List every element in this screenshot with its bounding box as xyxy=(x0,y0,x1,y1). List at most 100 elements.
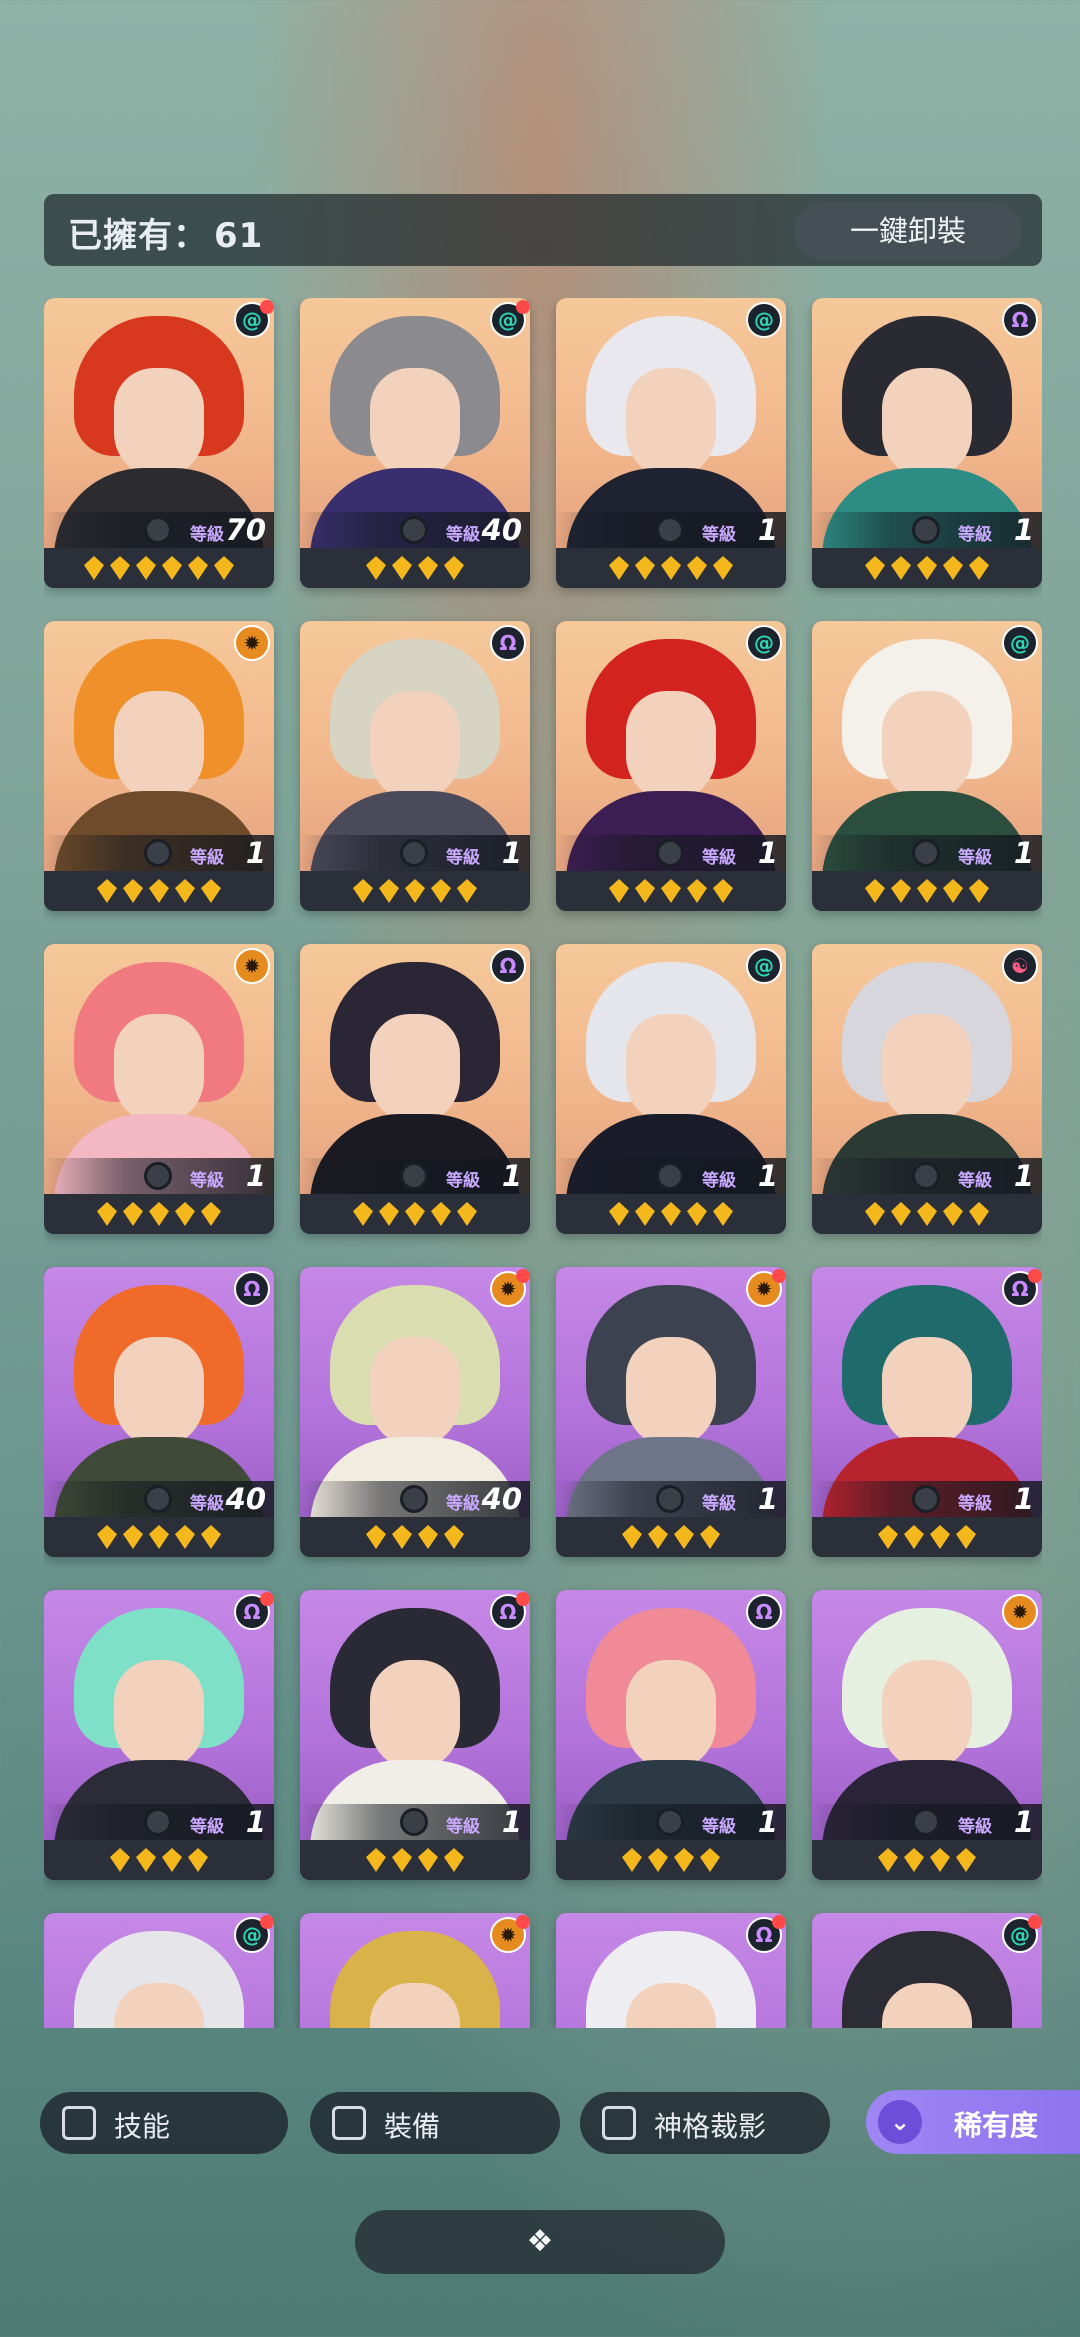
hero-card[interactable]: @ 等級 1 xyxy=(556,944,786,1234)
hero-card[interactable]: Ω 等級 40 xyxy=(44,1267,274,1557)
level-progress-icon xyxy=(144,1162,172,1190)
hero-card[interactable]: @ 等級 70 xyxy=(44,298,274,588)
hero-card[interactable]: @ 等級 40 xyxy=(300,298,530,588)
hero-face xyxy=(626,691,716,801)
level-progress-icon xyxy=(400,1162,428,1190)
hero-face xyxy=(370,691,460,801)
notification-dot xyxy=(516,300,530,314)
star-icon xyxy=(188,1848,208,1872)
hero-portrait xyxy=(44,621,274,871)
notification-dot xyxy=(1028,1269,1042,1283)
star-icon xyxy=(431,879,451,903)
hero-card[interactable]: Ω 等級 1 xyxy=(44,1590,274,1880)
star-icon xyxy=(405,879,425,903)
hero-card[interactable]: Ω xyxy=(556,1913,786,2028)
star-icon xyxy=(201,1202,221,1226)
hero-face xyxy=(114,1660,204,1770)
star-icon xyxy=(878,1525,898,1549)
notification-dot xyxy=(260,1915,274,1929)
star-icon xyxy=(188,556,208,580)
owned-header-bar: 已擁有： 61 一鍵卸裝 xyxy=(44,194,1042,266)
level-number: 70 xyxy=(225,513,266,547)
star-icon xyxy=(97,1202,117,1226)
hero-card[interactable]: Ω 等級 1 xyxy=(300,1590,530,1880)
star-icon xyxy=(136,556,156,580)
hero-card[interactable]: @ 等級 1 xyxy=(556,621,786,911)
star-icon xyxy=(635,1202,655,1226)
hero-face xyxy=(882,1337,972,1447)
level-label: 等級 xyxy=(446,1817,480,1837)
level-number: 1 xyxy=(501,836,522,870)
level-progress-icon xyxy=(912,839,940,867)
level-bar: 等級 1 xyxy=(300,1158,530,1194)
star-icon xyxy=(687,556,707,580)
hero-card[interactable]: Ω 等級 1 xyxy=(556,1590,786,1880)
level-bar: 等級 1 xyxy=(812,1481,1042,1517)
star-icon xyxy=(622,1525,642,1549)
unequip-all-button[interactable]: 一鍵卸裝 xyxy=(794,202,1022,260)
hero-portrait xyxy=(812,621,1042,871)
level-label: 等級 xyxy=(446,525,480,545)
star-icon xyxy=(969,1202,989,1226)
hero-face xyxy=(370,368,460,478)
star-rating xyxy=(812,548,1042,588)
level-bar: 等級 40 xyxy=(300,1481,530,1517)
hero-card[interactable]: @ xyxy=(812,1913,1042,2028)
star-rating xyxy=(556,871,786,911)
star-icon xyxy=(149,1525,169,1549)
star-icon xyxy=(674,1525,694,1549)
hero-card[interactable]: Ω 等級 1 xyxy=(812,1267,1042,1557)
hero-portrait xyxy=(556,944,786,1194)
level-label: 等級 xyxy=(702,848,736,868)
star-icon xyxy=(353,1202,373,1226)
hero-card[interactable]: ✹ 等級 1 xyxy=(812,1590,1042,1880)
filter-skill-toggle[interactable]: 技能 xyxy=(40,2092,288,2154)
level-number: 1 xyxy=(757,1482,778,1516)
sun-element-icon: ✹ xyxy=(234,625,270,661)
hero-card[interactable]: @ xyxy=(44,1913,274,2028)
level-number: 1 xyxy=(757,513,778,547)
star-icon xyxy=(687,879,707,903)
hero-card[interactable]: ✹ 等級 1 xyxy=(44,944,274,1234)
level-progress-icon xyxy=(656,1485,684,1513)
star-rating xyxy=(44,1517,274,1557)
level-progress-icon xyxy=(144,1485,172,1513)
hero-card[interactable]: Ω 等級 1 xyxy=(300,621,530,911)
star-icon xyxy=(700,1848,720,1872)
filter-divine-toggle[interactable]: 神格裁影 xyxy=(580,2092,830,2154)
collapse-panel-button[interactable]: ❖ xyxy=(355,2210,725,2274)
level-label: 等級 xyxy=(958,1171,992,1191)
level-label: 等級 xyxy=(190,1494,224,1514)
hero-portrait xyxy=(812,944,1042,1194)
rarity-sort-button[interactable]: ⌄ 稀有度 xyxy=(866,2090,1080,2154)
rarity-sort-label: 稀有度 xyxy=(954,2109,1039,2142)
hero-card[interactable]: Ω 等級 1 xyxy=(812,298,1042,588)
hero-card[interactable]: @ 等級 1 xyxy=(812,621,1042,911)
divine-checkbox[interactable] xyxy=(602,2106,636,2140)
level-label: 等級 xyxy=(190,1817,224,1837)
hero-face xyxy=(626,368,716,478)
level-progress-icon xyxy=(656,839,684,867)
notification-dot xyxy=(260,1592,274,1606)
hero-card[interactable]: ✹ 等級 40 xyxy=(300,1267,530,1557)
level-bar: 等級 1 xyxy=(556,1804,786,1840)
filter-equipment-toggle[interactable]: 裝備 xyxy=(310,2092,560,2154)
hero-card[interactable]: ✹ 等級 1 xyxy=(44,621,274,911)
hero-card[interactable]: ✹ xyxy=(300,1913,530,2028)
hero-card[interactable]: Ω 等級 1 xyxy=(300,944,530,1234)
skill-checkbox[interactable] xyxy=(62,2106,96,2140)
hero-card[interactable]: @ 等級 1 xyxy=(556,298,786,588)
star-icon xyxy=(162,556,182,580)
hero-card[interactable]: ✹ 等級 1 xyxy=(556,1267,786,1557)
star-rating xyxy=(812,871,1042,911)
level-number: 1 xyxy=(757,836,778,870)
star-icon xyxy=(609,1202,629,1226)
equipment-checkbox[interactable] xyxy=(332,2106,366,2140)
hero-card[interactable]: ☯ 等級 1 xyxy=(812,944,1042,1234)
level-label: 等級 xyxy=(446,1171,480,1191)
star-rating xyxy=(556,1517,786,1557)
notification-dot xyxy=(516,1915,530,1929)
level-progress-icon xyxy=(912,1485,940,1513)
level-label: 等級 xyxy=(190,848,224,868)
star-rating xyxy=(300,1194,530,1234)
